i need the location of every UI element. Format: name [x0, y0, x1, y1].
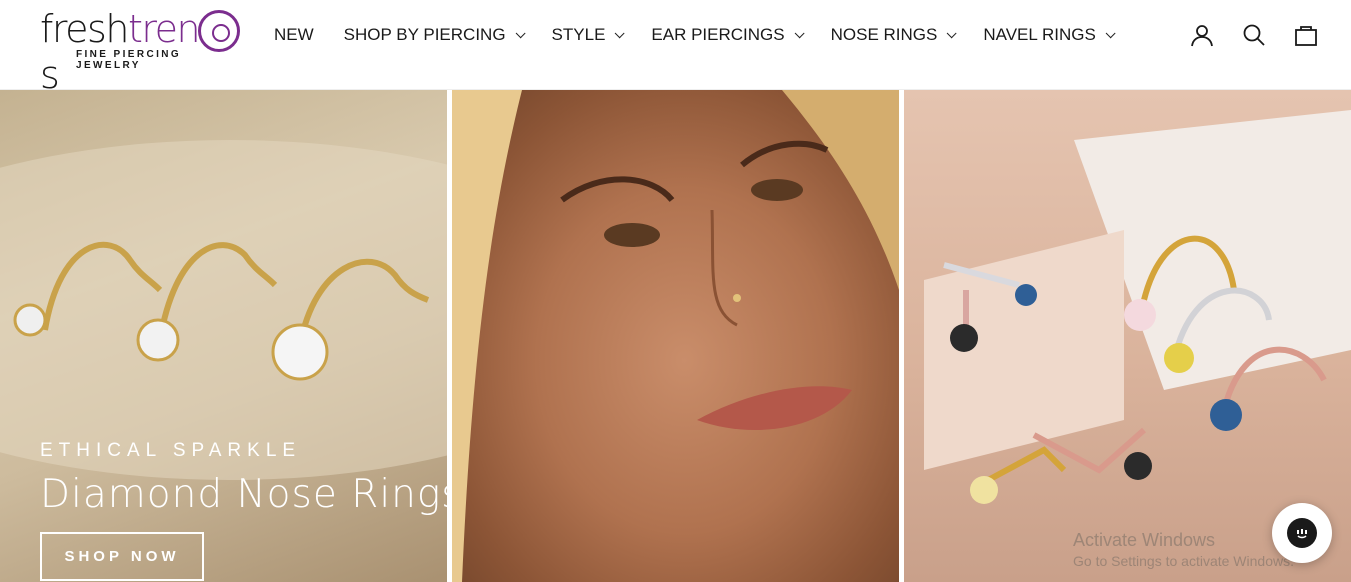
nav-item-new[interactable]: NEW [274, 25, 314, 45]
hero-eyebrow: ETHICAL SPARKLE [40, 440, 302, 461]
search-icon[interactable] [1239, 20, 1269, 50]
hero-banner: ETHICAL SPARKLE Diamond Nose Rings SHOP … [0, 90, 1351, 582]
brand-logo[interactable]: freshtrens FINE PIERCING JEWELRY [40, 6, 245, 97]
site-header: freshtrens FINE PIERCING JEWELRY NEW SHO… [0, 0, 1351, 97]
cart-icon[interactable] [1291, 20, 1321, 50]
hero-image-nose-studs: ETHICAL SPARKLE Diamond Nose Rings SHOP … [0, 90, 447, 582]
logo-tagline: FINE PIERCING JEWELRY [76, 49, 182, 71]
header-icons [1165, 20, 1321, 50]
logo-gem-icon [198, 10, 240, 52]
chevron-down-icon [615, 27, 625, 38]
nav-item-nose-rings[interactable]: NOSE RINGS [831, 25, 957, 45]
main-nav: NEW SHOP BY PIERCING STYLE EAR PIERCINGS… [274, 22, 1142, 48]
chevron-down-icon [1105, 27, 1116, 38]
account-icon[interactable] [1187, 20, 1217, 50]
shop-now-button[interactable]: SHOP NOW [40, 532, 204, 581]
hero-image-model [452, 90, 899, 582]
nav-item-shop-by-piercing[interactable]: SHOP BY PIERCING [344, 25, 526, 45]
chevron-down-icon [794, 27, 805, 38]
chat-icon [1287, 518, 1317, 548]
chat-widget-button[interactable] [1272, 503, 1332, 563]
windows-activation-watermark: Activate Windows Go to Settings to activ… [1073, 530, 1294, 569]
chevron-down-icon [947, 27, 957, 38]
hero-headline: Diamond Nose Rings [40, 472, 447, 517]
chevron-down-icon [515, 27, 526, 38]
nav-item-style[interactable]: STYLE [552, 25, 625, 45]
nav-item-ear-piercings[interactable]: EAR PIERCINGS [651, 25, 805, 45]
nav-item-navel-rings[interactable]: NAVEL RINGS [983, 25, 1116, 45]
